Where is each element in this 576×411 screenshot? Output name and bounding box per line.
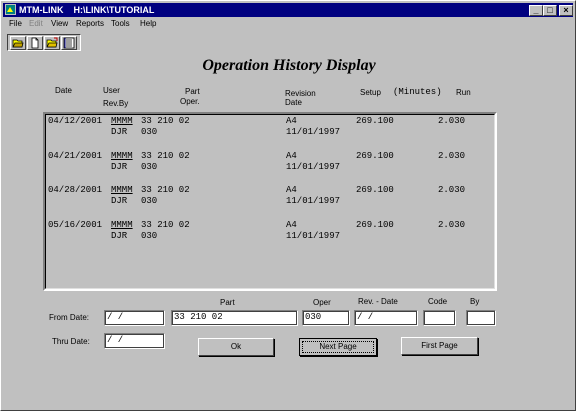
record-run: 2.030 [438, 116, 466, 126]
history-list[interactable]: 04/12/2001 MMMM 33 210 02 DJR 030 A4 11/… [43, 112, 497, 291]
menu-tools[interactable]: Tools [111, 18, 130, 30]
by-label: By [470, 297, 480, 306]
column-header-revby: Rev.By [103, 99, 129, 108]
title-bar[interactable]: MTM-LINK H:\LINK\TUTORIAL _ □ × [3, 3, 573, 17]
record-revby: DJR [111, 231, 128, 241]
record-revision: A4 [286, 151, 297, 161]
first-page-button[interactable]: First Page [401, 337, 478, 355]
menu-file[interactable]: File [9, 18, 22, 30]
menu-help[interactable]: Help [140, 18, 156, 30]
part-field[interactable]: 33 210 02 [171, 310, 298, 326]
open-folder-icon [12, 39, 24, 48]
thru-date-label: Thru Date: [52, 337, 90, 346]
from-date-field[interactable]: / / [104, 310, 165, 326]
record-user: MMMM [111, 116, 133, 126]
page-title: Operation History Display [202, 57, 376, 74]
maximize-button[interactable]: □ [543, 5, 557, 16]
list-button[interactable] [61, 36, 77, 50]
next-page-button[interactable]: Next Page [299, 338, 377, 356]
record-part: 33 210 02 [141, 185, 190, 195]
record-oper: 030 [141, 127, 158, 137]
column-header-setup: Setup [360, 88, 381, 97]
record-revision-date: 11/01/1997 [286, 196, 341, 206]
record-part: 33 210 02 [141, 116, 190, 126]
rev-date-field[interactable]: / / [354, 310, 418, 326]
close-button[interactable]: × [559, 5, 573, 16]
record-date: 04/12/2001 [48, 116, 103, 126]
open-folder-button[interactable] [10, 36, 26, 50]
ok-button[interactable]: Ok [198, 338, 274, 356]
menu-edit[interactable]: Edit [29, 18, 43, 30]
record-user: MMMM [111, 151, 133, 161]
thru-date-field[interactable]: / / [104, 333, 165, 349]
column-header-minutes: (Minutes) [393, 87, 442, 97]
record-user: MMMM [111, 220, 133, 230]
column-header-user: User [103, 86, 120, 95]
record-revision: A4 [286, 220, 297, 230]
minimize-button[interactable]: _ [529, 5, 543, 16]
by-field[interactable] [466, 310, 496, 326]
record-revision-date: 11/01/1997 [286, 162, 341, 172]
toolbar [7, 34, 81, 51]
rev-date-label: Rev. - Date [358, 297, 398, 306]
new-document-icon [31, 37, 39, 49]
menu-reports[interactable]: Reports [76, 18, 104, 30]
close-icon: × [563, 5, 569, 15]
record-setup: 269.100 [356, 185, 394, 195]
column-header-run: Run [456, 88, 471, 97]
open-file-icon [46, 37, 58, 48]
record-run: 2.030 [438, 220, 466, 230]
record-part: 33 210 02 [141, 151, 190, 161]
menu-view[interactable]: View [51, 18, 68, 30]
column-header-revision: Revision [285, 89, 316, 98]
column-header-part: Part [185, 87, 200, 96]
record-revision-date: 11/01/1997 [286, 231, 341, 241]
record-revision: A4 [286, 116, 297, 126]
maximize-icon: □ [547, 5, 553, 15]
open-file-button[interactable] [44, 36, 60, 50]
record-revby: DJR [111, 196, 128, 206]
record-oper: 030 [141, 196, 158, 206]
record-revby: DJR [111, 127, 128, 137]
record-oper: 030 [141, 162, 158, 172]
part-label: Part [220, 298, 235, 307]
window-title: MTM-LINK H:\LINK\TUTORIAL [19, 5, 155, 15]
record-date: 05/16/2001 [48, 220, 103, 230]
oper-field[interactable]: 030 [302, 310, 350, 326]
main-window: MTM-LINK H:\LINK\TUTORIAL _ □ × File Edi… [0, 0, 576, 411]
code-field[interactable] [423, 310, 456, 326]
record-setup: 269.100 [356, 151, 394, 161]
record-user: MMMM [111, 185, 133, 195]
list-icon [63, 37, 75, 49]
record-revby: DJR [111, 162, 128, 172]
code-label: Code [428, 297, 448, 306]
record-revision: A4 [286, 185, 297, 195]
oper-label: Oper [313, 298, 331, 307]
record-run: 2.030 [438, 185, 466, 195]
record-revision-date: 11/01/1997 [286, 127, 341, 137]
record-oper: 030 [141, 231, 158, 241]
record-setup: 269.100 [356, 220, 394, 230]
column-header-revision-date: Date [285, 98, 302, 107]
record-setup: 269.100 [356, 116, 394, 126]
app-icon [5, 4, 16, 15]
record-part: 33 210 02 [141, 220, 190, 230]
record-date: 04/28/2001 [48, 185, 103, 195]
record-run: 2.030 [438, 151, 466, 161]
column-header-date: Date [55, 86, 72, 95]
from-date-label: From Date: [49, 313, 90, 322]
menu-bar: File Edit View Reports Tools Help [3, 18, 573, 30]
minimize-icon: _ [533, 5, 539, 15]
new-document-button[interactable] [27, 36, 43, 50]
record-date: 04/21/2001 [48, 151, 103, 161]
column-header-oper: Oper. [180, 97, 200, 106]
